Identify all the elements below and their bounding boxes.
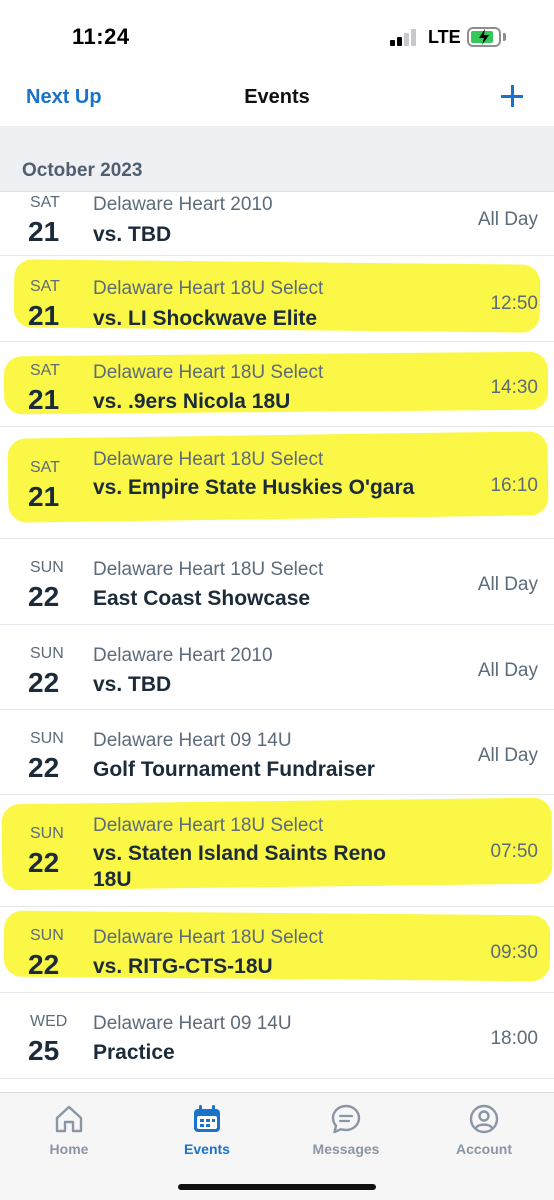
event-day: SAT (30, 362, 60, 379)
event-team: Delaware Heart 18U Select (93, 449, 324, 470)
event-day: SUN (30, 645, 64, 662)
event-day: WED (30, 1013, 68, 1030)
event-day: SAT (30, 278, 60, 295)
tab-messages[interactable]: Messages (296, 1103, 396, 1157)
event-team: Delaware Heart 18U Select (93, 278, 324, 299)
event-title: Practice (93, 1041, 175, 1064)
event-time: 07:50 (490, 841, 538, 862)
event-team: Delaware Heart 18U Select (93, 927, 324, 948)
tab-label: Events (184, 1141, 230, 1157)
event-row[interactable]: SAT 21 Delaware Heart 18U Select vs. .9e… (0, 342, 554, 427)
event-title: East Coast Showcase (93, 587, 311, 610)
event-team: Delaware Heart 2010 (93, 645, 273, 666)
network-label: LTE (428, 27, 461, 47)
home-icon (55, 1105, 83, 1133)
tab-label: Messages (312, 1141, 380, 1157)
account-icon (469, 1104, 499, 1134)
event-date: 22 (28, 581, 60, 612)
event-time: 09:30 (490, 942, 538, 963)
event-time: 18:00 (490, 1028, 538, 1049)
event-list: SAT 21 Delaware Heart 2010 vs. TBD All D… (0, 192, 554, 1079)
event-date: 22 (28, 752, 60, 783)
event-team: Delaware Heart 09 14U (93, 730, 292, 751)
event-time: 12:50 (490, 293, 538, 314)
event-day: SUN (30, 730, 64, 747)
home-indicator (178, 1184, 376, 1190)
signal-icon (390, 29, 420, 46)
event-date: 22 (28, 847, 60, 878)
event-date: 21 (28, 300, 60, 331)
battery-cap (503, 33, 506, 41)
status-bar: 11:24 LTE (0, 0, 554, 70)
event-title: vs. .9ers Nicola 18U (93, 390, 291, 413)
event-date: 21 (28, 216, 60, 247)
status-time: 11:24 (72, 24, 130, 49)
event-row[interactable]: SAT 21 Delaware Heart 2010 vs. TBD All D… (0, 192, 554, 256)
event-date: 22 (28, 667, 60, 698)
event-date: 21 (28, 481, 60, 512)
event-time: 16:10 (490, 475, 538, 496)
event-title: vs. RITG-CTS-18U (93, 955, 273, 978)
page-title: Events (244, 86, 310, 108)
event-time: All Day (477, 574, 538, 595)
month-label: October 2023 (22, 160, 143, 181)
event-row[interactable]: SUN 22 Delaware Heart 18U Select vs. Sta… (0, 795, 554, 907)
add-event-button[interactable] (498, 82, 526, 110)
tab-home[interactable]: Home (19, 1103, 119, 1157)
event-title: vs. TBD (93, 673, 172, 696)
event-team: Delaware Heart 18U Select (93, 815, 324, 836)
tab-events[interactable]: Events (157, 1103, 257, 1157)
event-row[interactable]: SUN 22 Delaware Heart 2010 vs. TBD All D… (0, 625, 554, 710)
tab-label: Account (456, 1141, 512, 1157)
event-row[interactable]: SAT 21 Delaware Heart 18U Select vs. Emp… (0, 427, 554, 539)
event-row[interactable]: SUN 22 Delaware Heart 18U Select vs. RIT… (0, 907, 554, 993)
event-date: 21 (28, 384, 60, 415)
event-team: Delaware Heart 18U Select (93, 559, 324, 580)
event-row[interactable]: SUN 22 Delaware Heart 18U Select East Co… (0, 539, 554, 625)
event-day: SUN (30, 927, 64, 944)
event-date: 25 (28, 1035, 60, 1066)
tab-label: Home (49, 1141, 89, 1157)
month-section-header: October 2023 (0, 126, 554, 192)
event-row[interactable]: SAT 21 Delaware Heart 18U Select vs. LI … (0, 256, 554, 342)
event-title: vs. Empire State Huskies O'gara (93, 476, 415, 499)
event-team: Delaware Heart 09 14U (93, 1013, 292, 1034)
event-title: vs. TBD (93, 223, 172, 246)
battery-icon (467, 27, 501, 47)
tab-account[interactable]: Account (434, 1103, 534, 1157)
chat-icon (331, 1104, 361, 1134)
event-time: All Day (477, 745, 538, 766)
event-day: SAT (30, 459, 60, 476)
event-team: Delaware Heart 18U Select (93, 362, 324, 383)
event-team: Delaware Heart 2010 (93, 194, 273, 215)
event-day: SAT (30, 194, 60, 211)
event-title: vs. LI Shockwave Elite (93, 307, 318, 330)
event-day: SUN (30, 559, 64, 576)
calendar-icon (194, 1105, 220, 1132)
event-time: All Day (477, 209, 538, 230)
event-title: vs. Staten Island Saints Reno 18U (93, 842, 386, 891)
event-title: Golf Tournament Fundraiser (93, 758, 375, 781)
event-time: 14:30 (490, 377, 538, 398)
event-row[interactable]: SUN 22 Delaware Heart 09 14U Golf Tourna… (0, 710, 554, 795)
event-time: All Day (477, 660, 538, 681)
event-row[interactable]: WED 25 Delaware Heart 09 14U Practice 18… (0, 993, 554, 1079)
event-day: SUN (30, 825, 64, 842)
nav-bar: Next Up Events (0, 70, 554, 126)
event-date: 22 (28, 949, 60, 980)
